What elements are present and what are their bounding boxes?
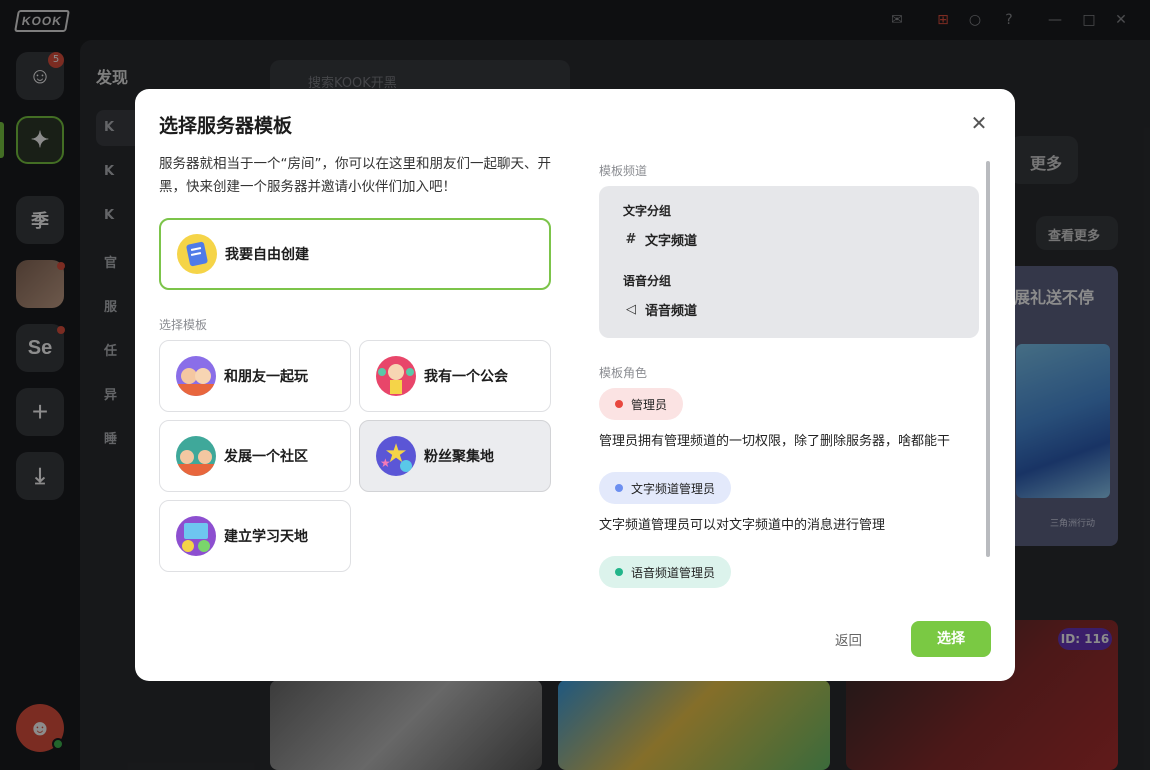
free-create-option[interactable]: 我要自由创建 <box>159 218 551 290</box>
template-label: 发展一个社区 <box>224 449 308 465</box>
community-icon <box>176 436 216 476</box>
template-label: 粉丝聚集地 <box>424 449 494 465</box>
role-badge-admin: 管理员 <box>599 388 684 420</box>
server-template-dialog: 选择服务器模板 ✕ 服务器就相当于一个“房间”，你可以在这里和朋友们一起聊天、开… <box>135 89 1015 681</box>
close-icon[interactable]: ✕ <box>967 111 991 135</box>
preview-scrollbar[interactable] <box>986 161 990 557</box>
voice-group-label: 语音分组 <box>623 274 672 288</box>
friends-icon <box>176 356 216 396</box>
template-label: 和朋友一起玩 <box>224 369 308 385</box>
free-create-label: 我要自由创建 <box>225 247 309 263</box>
free-create-icon <box>177 234 217 274</box>
role-description: 管理员拥有管理频道的一切权限，除了删除服务器，啥都能干 <box>599 434 951 449</box>
study-icon <box>176 516 216 556</box>
template-option-friends[interactable]: 和朋友一起玩 <box>159 340 351 412</box>
hash-icon: # <box>625 232 637 247</box>
role-color-dot <box>615 400 623 408</box>
template-option-community[interactable]: 发展一个社区 <box>159 420 351 492</box>
role-badge-voice-admin: 语音频道管理员 <box>599 556 732 588</box>
voice-channel-label: 语音频道 <box>645 304 698 319</box>
template-label: 建立学习天地 <box>224 529 308 545</box>
select-button[interactable]: 选择 <box>911 621 991 657</box>
template-option-fans[interactable]: ★ ★ 粉丝聚集地 <box>359 420 551 492</box>
text-channel-label: 文字频道 <box>645 234 698 249</box>
role-color-dot <box>615 484 623 492</box>
role-name: 管理员 <box>631 397 668 412</box>
back-button[interactable]: 返回 <box>835 629 862 649</box>
dialog-title: 选择服务器模板 <box>159 115 293 137</box>
role-name: 文字频道管理员 <box>631 481 716 496</box>
channels-section-label: 模板频道 <box>599 164 648 178</box>
role-name: 语音频道管理员 <box>631 565 716 580</box>
role-badge-text-admin: 文字频道管理员 <box>599 472 732 504</box>
roles-section-label: 模板角色 <box>599 366 648 380</box>
text-channel-item: # 文字频道 <box>623 230 697 249</box>
template-label: 我有一个公会 <box>424 369 508 385</box>
voice-channel-item: ◁ 语音频道 <box>623 300 697 319</box>
speaker-icon: ◁ <box>626 302 636 317</box>
templates-section-label: 选择模板 <box>159 318 208 332</box>
template-option-guild[interactable]: 我有一个公会 <box>359 340 551 412</box>
template-option-study[interactable]: 建立学习天地 <box>159 500 351 572</box>
channel-preview: 文字分组 # 文字频道 语音分组 ◁ 语音频道 <box>599 186 979 338</box>
star-fans-icon: ★ ★ <box>376 436 416 476</box>
dialog-intro: 服务器就相当于一个“房间”，你可以在这里和朋友们一起聊天、开黑，快来创建一个服务… <box>159 156 551 195</box>
role-description: 文字频道管理员可以对文字频道中的消息进行管理 <box>599 518 886 533</box>
guild-icon <box>376 356 416 396</box>
text-group-label: 文字分组 <box>623 204 672 218</box>
role-color-dot <box>615 568 623 576</box>
